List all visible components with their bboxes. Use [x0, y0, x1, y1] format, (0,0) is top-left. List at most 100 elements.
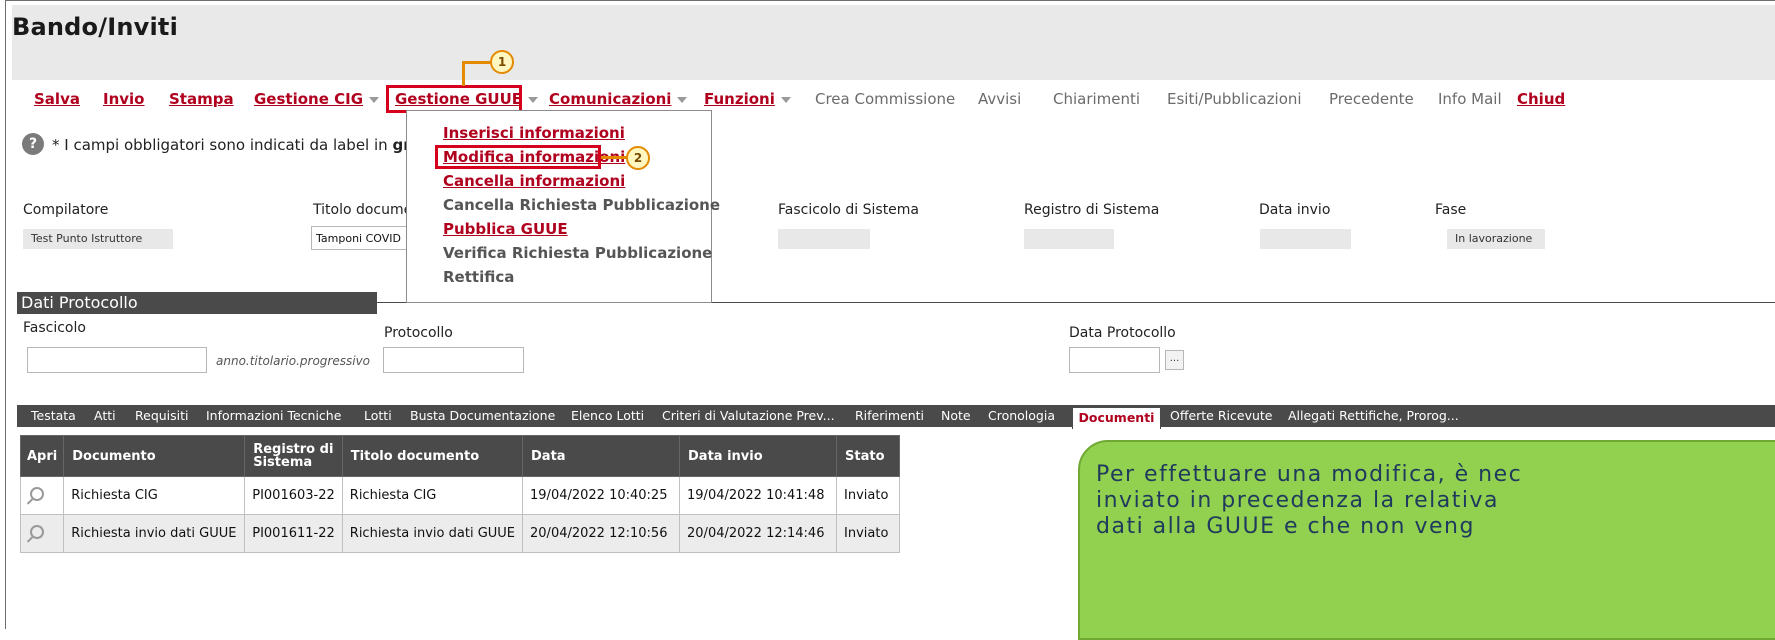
fascicolo-input[interactable] — [27, 347, 207, 373]
fase-label: Fase — [1435, 202, 1467, 218]
open-document-icon[interactable] — [19, 514, 65, 553]
cell-titolo: Richiesta CIG — [341, 476, 524, 515]
menu-item-verifica-richiesta-pubblicazione[interactable]: Verifica Richiesta Pubblicazione — [443, 244, 712, 262]
column-header-titolo: Titolo documento — [341, 435, 524, 477]
chiudi-button[interactable]: Chiud — [1517, 90, 1565, 108]
titolo-documento-field[interactable]: Tamponi COVID — [311, 226, 407, 250]
tab-lotti[interactable]: Lotti — [364, 405, 392, 427]
menu-item-rettifica[interactable]: Rettifica — [443, 268, 514, 286]
annotation-note: Per effettuare una modifica, è nec invia… — [1078, 440, 1775, 640]
toolbar: Salva Invio Stampa Gestione CIG Gestione… — [12, 80, 1775, 120]
cell-registro: PI001611-22 — [244, 514, 343, 553]
chevron-down-icon — [677, 96, 688, 103]
funzioni-menu[interactable]: Funzioni — [704, 90, 791, 108]
gestione-guue-dropdown: Inserisci informazioni Modifica informaz… — [406, 110, 720, 303]
column-header-data-invio: Data invio — [679, 435, 838, 477]
save-button[interactable]: Salva — [34, 90, 80, 108]
annotation-line-1: Per effettuare una modifica, è nec — [1096, 462, 1523, 487]
open-document-icon[interactable] — [19, 476, 65, 515]
compilatore-field: Test Punto Istruttore — [23, 229, 173, 249]
registro-sistema-field — [1024, 229, 1114, 249]
tab-allegati-rettifiche[interactable]: Allegati Rettifiche, Prorog... — [1288, 405, 1459, 427]
highlight-modifica-informazioni — [435, 145, 601, 169]
tab-bar: Testata Atti Requisiti Informazioni Tecn… — [17, 405, 1775, 429]
gestione-cig-menu[interactable]: Gestione CIG — [254, 90, 380, 108]
compilatore-label: Compilatore — [23, 202, 109, 218]
table-header-row: Apri Documento Registro di Sistema Titol… — [19, 435, 901, 477]
help-icon[interactable]: ? — [22, 133, 44, 155]
tab-testata[interactable]: Testata — [31, 405, 76, 427]
fascicolo-label: Fascicolo — [23, 320, 86, 336]
gestione-cig-label: Gestione CIG — [254, 90, 364, 108]
menu-item-cancella-informazioni[interactable]: Cancella informazioni — [443, 172, 625, 190]
table-row: Richiesta CIG PI001603-22 Richiesta CIG … — [19, 476, 901, 515]
registro-sistema-label: Registro di Sistema — [1024, 202, 1160, 218]
fascicolo-sistema-field — [778, 229, 870, 249]
cell-documento: Richiesta CIG — [63, 476, 246, 515]
annotation-line-2: inviato in precedenza la relativa — [1096, 488, 1499, 513]
fascicolo-sistema-label: Fascicolo di Sistema — [778, 202, 920, 218]
protocollo-label: Protocollo — [384, 325, 453, 341]
cell-registro: PI001603-22 — [244, 476, 343, 515]
chiarimenti-button[interactable]: Chiarimenti — [1053, 90, 1140, 108]
tab-requisiti[interactable]: Requisiti — [135, 405, 189, 427]
callout-connector — [462, 61, 492, 64]
chevron-down-icon — [780, 96, 791, 103]
info-mail-button[interactable]: Info Mail — [1438, 90, 1502, 108]
crea-commissione-button[interactable]: Crea Commissione — [815, 90, 955, 108]
fascicolo-hint: anno.titolario.progressivo — [216, 354, 371, 368]
menu-item-pubblica-guue[interactable]: Pubblica GUUE — [443, 220, 568, 238]
chevron-down-icon — [528, 96, 539, 103]
highlight-gestione-guue — [386, 85, 522, 113]
cell-data-invio: 19/04/2022 10:41:48 — [679, 476, 838, 515]
tab-offerte-ricevute[interactable]: Offerte Ricevute — [1170, 405, 1272, 427]
data-protocollo-input[interactable] — [1069, 347, 1160, 373]
tab-elenco-lotti[interactable]: Elenco Lotti — [571, 405, 644, 427]
callout-connector — [462, 62, 465, 86]
titolo-label: Titolo docume — [313, 202, 413, 218]
documents-table: Apri Documento Registro di Sistema Titol… — [19, 435, 901, 553]
annotation-line-3: dati alla GUUE e che non veng — [1096, 514, 1475, 539]
column-header-data: Data — [522, 435, 681, 477]
cell-stato: Inviato — [836, 514, 901, 553]
tab-informazioni-tecniche[interactable]: Informazioni Tecniche — [206, 405, 341, 427]
tab-note[interactable]: Note — [941, 405, 971, 427]
cell-titolo: Richiesta invio dati GUUE — [341, 514, 524, 553]
avvisi-button[interactable]: Avvisi — [978, 90, 1021, 108]
section-dati-protocollo: Dati Protocollo — [17, 292, 377, 314]
data-invio-label: Data invio — [1259, 202, 1331, 218]
data-invio-field — [1260, 229, 1351, 249]
magnifier-icon — [30, 486, 44, 501]
tab-riferimenti[interactable]: Riferimenti — [855, 405, 924, 427]
chevron-down-icon — [369, 96, 380, 103]
menu-item-cancella-richiesta-pubblicazione[interactable]: Cancella Richiesta Pubblicazione — [443, 196, 720, 214]
column-header-documento: Documento — [63, 435, 246, 477]
tab-documenti[interactable]: Documenti — [1072, 407, 1161, 429]
column-header-stato: Stato — [836, 435, 901, 477]
comunicazioni-label: Comunicazioni — [549, 90, 672, 108]
data-protocollo-label: Data Protocollo — [1069, 325, 1176, 341]
precedente-button[interactable]: Precedente — [1329, 90, 1414, 108]
menu-item-inserisci-informazioni[interactable]: Inserisci informazioni — [443, 124, 625, 142]
tab-cronologia[interactable]: Cronologia — [988, 405, 1055, 427]
column-header-registro: Registro di Sistema — [244, 435, 343, 477]
page-header — [12, 5, 1775, 80]
funzioni-label: Funzioni — [704, 90, 775, 108]
tab-atti[interactable]: Atti — [94, 405, 116, 427]
cell-data: 19/04/2022 10:40:25 — [522, 476, 681, 515]
print-button[interactable]: Stampa — [169, 90, 234, 108]
date-picker-button[interactable]: ... — [1165, 350, 1184, 370]
column-header-apri: Apri — [19, 435, 65, 477]
comunicazioni-menu[interactable]: Comunicazioni — [549, 90, 688, 108]
protocollo-input[interactable] — [383, 347, 524, 373]
tab-criteri-valutazione[interactable]: Criteri di Valutazione Prev... — [662, 405, 835, 427]
cell-data-invio: 20/04/2022 12:14:46 — [679, 514, 838, 553]
esiti-pubblicazioni-button[interactable]: Esiti/Pubblicazioni — [1167, 90, 1302, 108]
fase-field: In lavorazione — [1447, 229, 1545, 249]
cell-data: 20/04/2022 12:10:56 — [522, 514, 681, 553]
table-row: Richiesta invio dati GUUE PI001611-22 Ri… — [19, 514, 901, 553]
send-button[interactable]: Invio — [103, 90, 144, 108]
tab-busta-documentazione[interactable]: Busta Documentazione — [410, 405, 555, 427]
mandatory-fields-note: * I campi obbligatori sono indicati da l… — [52, 136, 430, 154]
cell-documento: Richiesta invio dati GUUE — [63, 514, 246, 553]
